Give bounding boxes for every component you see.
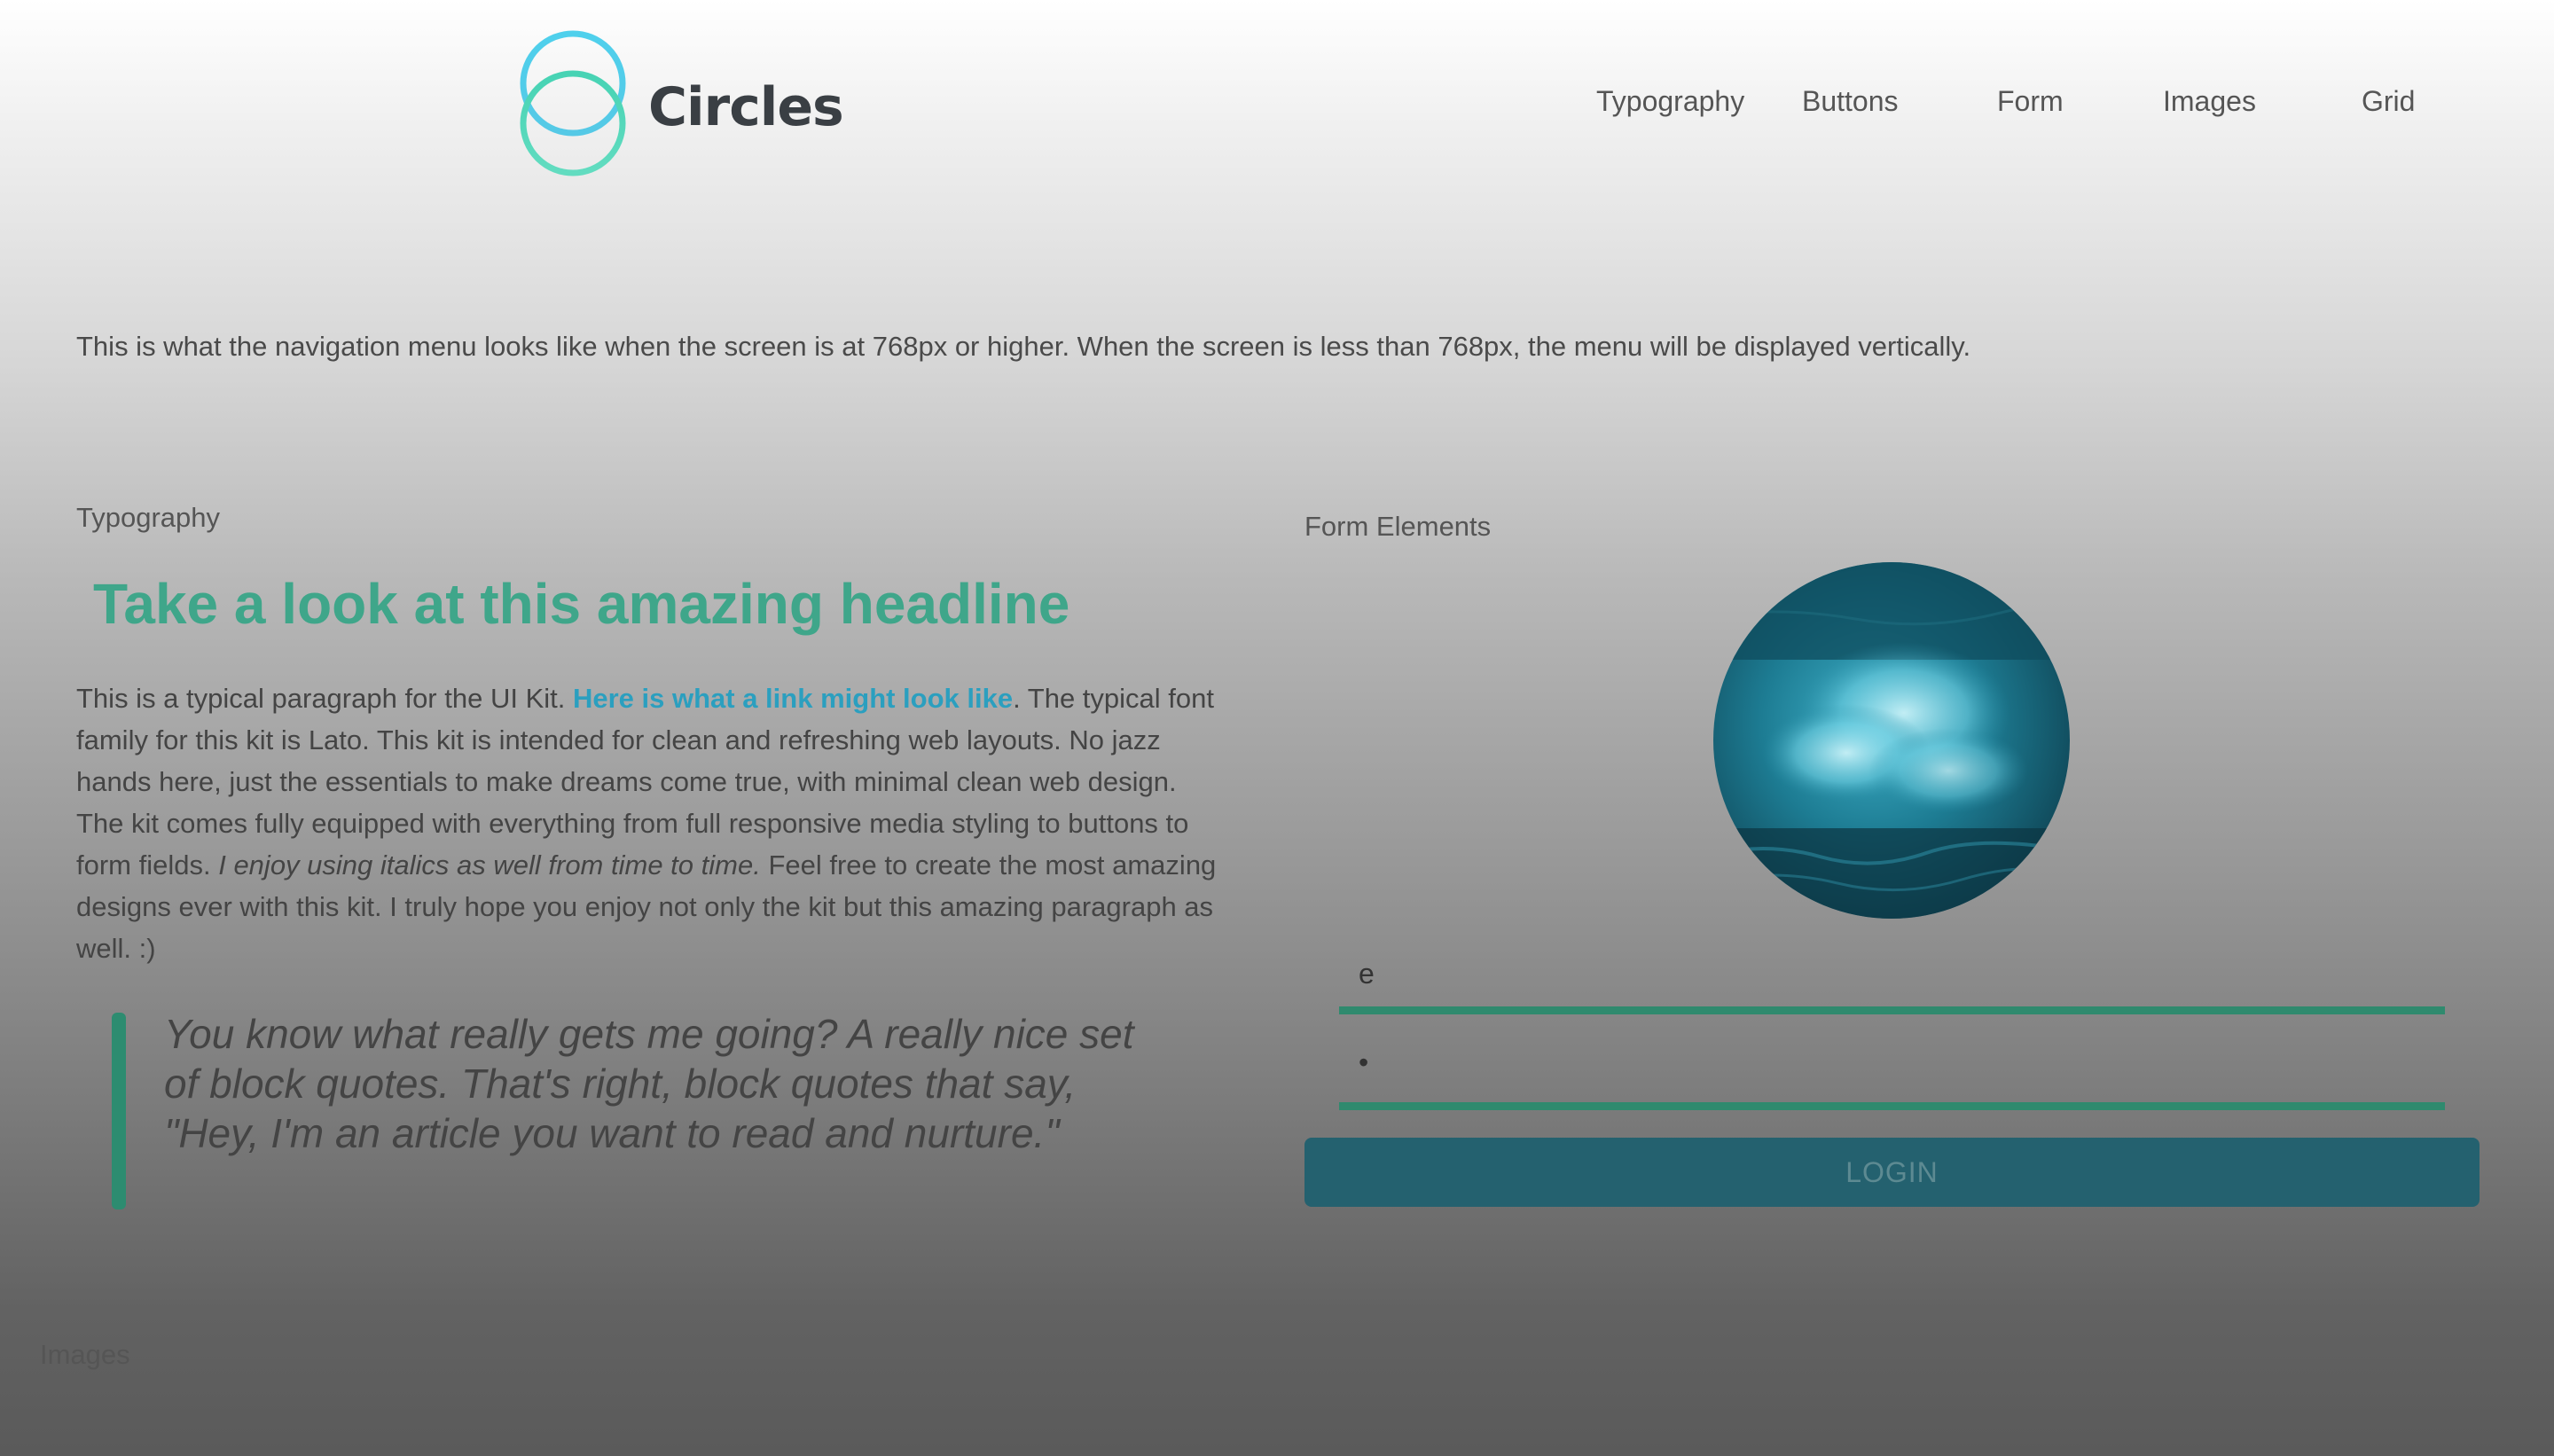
nav-item-grid[interactable]: Grid <box>2362 85 2415 118</box>
password-value: • <box>1359 1046 1369 1078</box>
form-section-label: Form Elements <box>1304 511 1492 542</box>
nav-item-typography[interactable]: Typography <box>1596 85 1744 118</box>
sample-paragraph: This is a typical paragraph for the UI K… <box>76 677 1229 969</box>
login-button[interactable]: LOGIN <box>1304 1138 2480 1207</box>
paragraph-text-1: This is a typical paragraph for the UI K… <box>76 683 573 714</box>
username-value: e <box>1359 958 1375 990</box>
username-field[interactable]: e <box>1339 951 2445 1014</box>
wave-image <box>1713 562 2070 919</box>
nav-item-images[interactable]: Images <box>2163 85 2256 118</box>
typography-section-label: Typography <box>76 502 220 533</box>
nav-description: This is what the navigation menu looks l… <box>76 331 1971 362</box>
blockquote-text: You know what really gets me going? A re… <box>164 1011 1134 1156</box>
nav-item-buttons[interactable]: Buttons <box>1802 85 1899 118</box>
sample-blockquote: You know what really gets me going? A re… <box>112 1011 1176 1209</box>
paragraph-italic-text: I enjoy using italics as well from time … <box>218 849 761 881</box>
images-section-label: Images <box>40 1339 130 1370</box>
sample-headline: Take a look at this amazing headline <box>93 572 1070 636</box>
main-nav: Typography Buttons Form Images Grid <box>0 85 2554 128</box>
wave-image-graphic <box>1713 562 2070 919</box>
nav-item-form[interactable]: Form <box>1997 85 2064 118</box>
blockquote-bar <box>112 1013 126 1209</box>
sample-link[interactable]: Here is what a link might look like <box>573 683 1013 714</box>
password-field[interactable]: • <box>1339 1046 2445 1110</box>
